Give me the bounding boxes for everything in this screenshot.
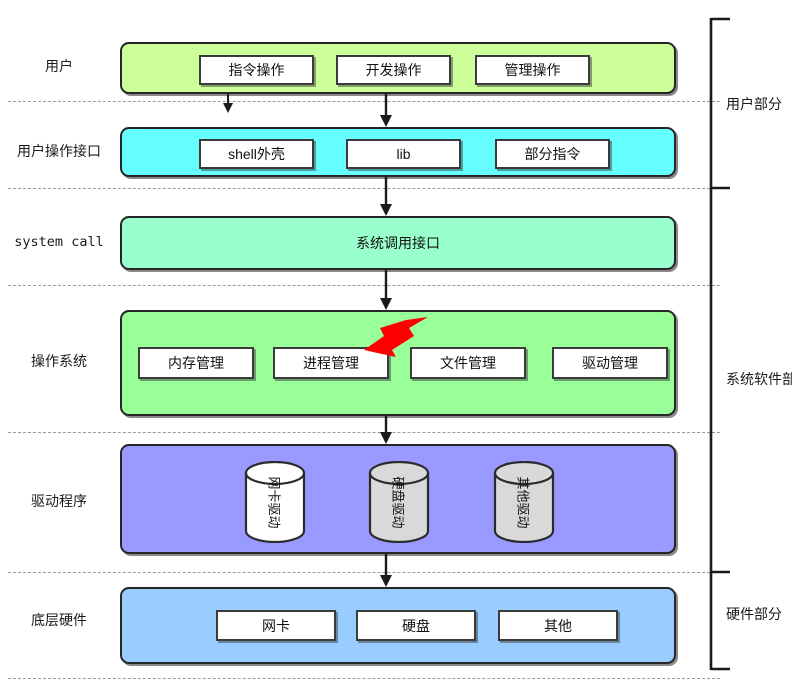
chip-os-3[interactable]: 驱动管理 [552, 347, 668, 379]
separator-interface-syscall [8, 188, 720, 189]
row-label-system-call: system call [14, 234, 104, 250]
layer-band-user-interface: shell外壳 lib 部分指令 [120, 127, 676, 177]
chip-hardware-1[interactable]: 硬盘 [356, 610, 476, 641]
row-label-operating-system: 操作系统 [31, 353, 87, 369]
cylinder-driver-1[interactable]: 硬盘驱动 [368, 461, 430, 543]
separator-syscall-os [8, 285, 720, 286]
group-label-hardware-part: 硬件部分 [726, 606, 782, 622]
chip-interface-0[interactable]: shell外壳 [199, 139, 314, 169]
chip-hardware-0[interactable]: 网卡 [216, 610, 336, 641]
row-label-drivers: 驱动程序 [31, 493, 87, 509]
group-bracket-spine [706, 16, 732, 672]
separator-drivers-hardware [8, 572, 720, 573]
chip-interface-1[interactable]: lib [346, 139, 461, 169]
row-label-user-interface: 用户操作接口 [17, 143, 101, 159]
chip-os-0[interactable]: 内存管理 [138, 347, 254, 379]
chip-syscall-0: 系统调用接口 [356, 235, 440, 251]
chip-user-0[interactable]: 指令操作 [199, 55, 314, 85]
layer-band-user: 指令操作 开发操作 管理操作 [120, 42, 676, 94]
cylinder-driver-2[interactable]: 其他驱动 [493, 461, 555, 543]
separator-user-interface [8, 101, 720, 102]
flow-arrow-user-to-interface [378, 94, 394, 128]
row-label-user: 用户 [45, 58, 73, 74]
group-label-system-software-part: 系统软件部分 [726, 371, 792, 387]
layer-band-hardware: 网卡 硬盘 其他 [120, 587, 676, 664]
group-label-user-part: 用户部分 [726, 96, 782, 112]
red-highlight-arrow [362, 316, 432, 358]
chip-user-2[interactable]: 管理操作 [475, 55, 590, 85]
separator-hardware-bottom [8, 678, 720, 679]
chip-interface-2[interactable]: 部分指令 [495, 139, 610, 169]
chip-user-1[interactable]: 开发操作 [336, 55, 451, 85]
row-label-hardware: 底层硬件 [31, 612, 87, 628]
cylinder-driver-0[interactable]: 网卡驱动 [244, 461, 306, 543]
flow-arrow-drivers-to-hardware [378, 554, 394, 588]
layer-band-drivers: 网卡驱动 硬盘驱动 其他驱动 [120, 444, 676, 554]
diagram-canvas: 用户 指令操作 开发操作 管理操作 用户操作接口 shell外壳 lib 部分指… [0, 0, 792, 686]
separator-os-drivers [8, 432, 720, 433]
flow-arrow-syscall-to-os [378, 270, 394, 311]
flow-arrow-command-to-shell [220, 94, 236, 114]
chip-hardware-2[interactable]: 其他 [498, 610, 618, 641]
flow-arrow-os-to-drivers [378, 416, 394, 445]
flow-arrow-interface-to-syscall [378, 177, 394, 217]
layer-band-system-call: 系统调用接口 [120, 216, 676, 270]
